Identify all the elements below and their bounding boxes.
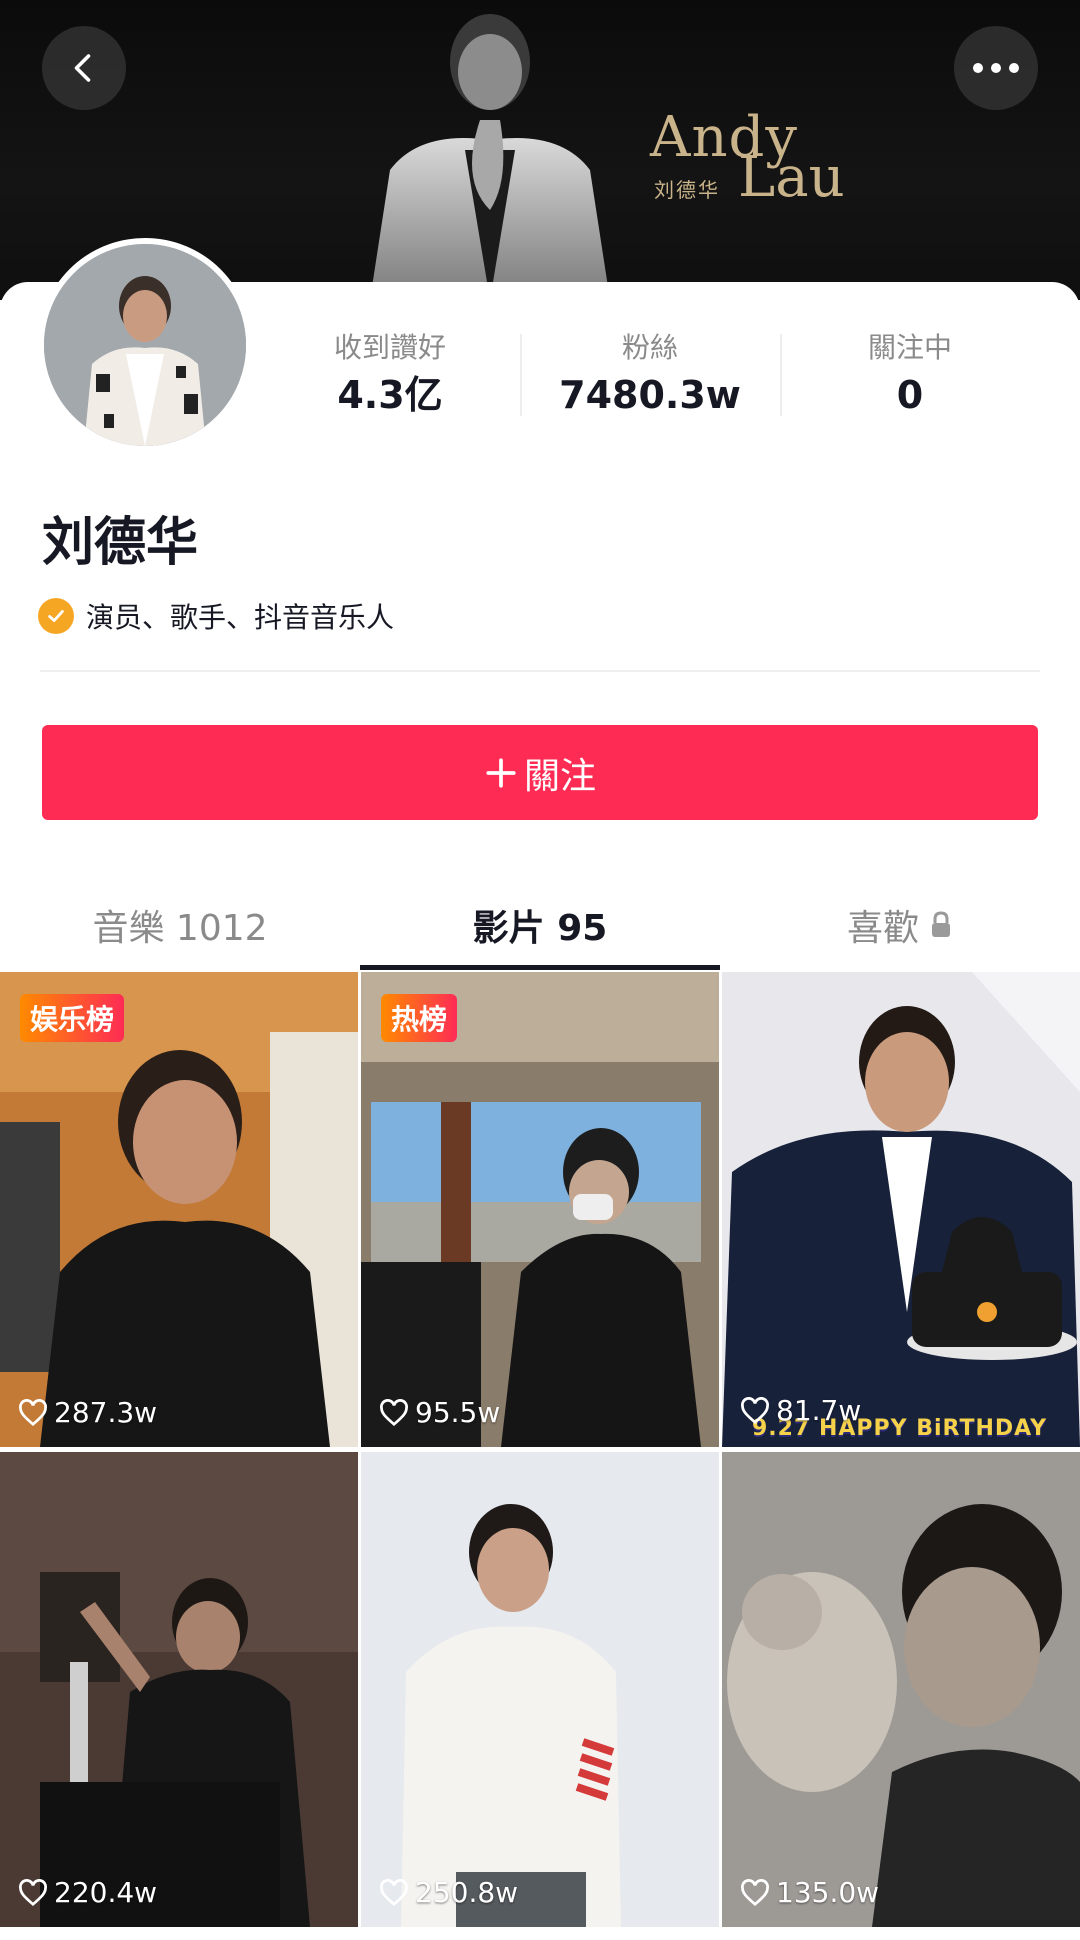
back-button[interactable] — [42, 26, 126, 110]
tab-likes[interactable]: 喜歡 — [720, 880, 1080, 970]
like-count-value: 287.3w — [54, 1396, 158, 1429]
stat-label: 收到讚好 — [333, 331, 446, 364]
tab-label: 音樂 1012 — [92, 908, 268, 949]
tab-label: 影片 95 — [472, 908, 608, 949]
verified-text: 演员、歌手、抖音音乐人 — [86, 601, 395, 634]
like-count-value: 220.4w — [54, 1876, 158, 1909]
stat-value: 7480.3w — [559, 373, 741, 417]
profile-tabs: 音樂 1012 影片 95 喜歡 — [0, 880, 1080, 970]
stat-likes[interactable]: 收到讚好 4.3亿 — [260, 330, 520, 420]
follow-label: 關注 — [523, 755, 596, 797]
heart-icon — [741, 1878, 769, 1906]
heart-icon — [380, 1878, 408, 1906]
heart-icon — [19, 1398, 47, 1426]
like-count-value: 135.0w — [776, 1876, 880, 1909]
video-thumbnail — [361, 972, 719, 1447]
stat-following[interactable]: 關注中 0 — [780, 330, 1040, 420]
like-count: 220.4w — [18, 1876, 157, 1909]
divider — [40, 670, 1040, 672]
like-count: 287.3w — [18, 1396, 157, 1429]
video-thumbnail — [361, 1452, 719, 1927]
verified-check-icon — [38, 598, 74, 634]
plus-icon — [486, 757, 516, 788]
heart-icon — [741, 1396, 769, 1424]
like-count-value: 81.7w — [776, 1394, 862, 1427]
tab-music[interactable]: 音樂 1012 — [0, 880, 360, 970]
video-thumbnail — [0, 1452, 358, 1927]
brand-last: Lau — [738, 145, 845, 210]
avatar-photo — [44, 244, 246, 446]
video-grid: 娱乐榜 287.3w 热榜 95.5w 9.27 HAPPY BiRTHDAY … — [0, 972, 1080, 1940]
banner-brand: Andy Lau 刘德华 — [650, 110, 845, 206]
verified-row: 演员、歌手、抖音音乐人 — [38, 596, 394, 636]
video-thumbnail — [0, 972, 358, 1447]
tab-label: 喜歡 — [846, 908, 919, 949]
avatar[interactable] — [38, 238, 252, 452]
rank-badge: 娱乐榜 — [20, 994, 125, 1042]
video-tile[interactable]: 220.4w — [0, 1452, 358, 1927]
more-horizontal-icon — [973, 63, 1019, 73]
stat-label: 關注中 — [867, 331, 952, 364]
stat-value: 0 — [896, 373, 924, 417]
like-count: 135.0w — [740, 1876, 879, 1909]
brand-cn: 刘德华 — [654, 178, 720, 202]
banner-photo — [370, 14, 610, 300]
video-tile[interactable]: 250.8w — [361, 1452, 719, 1927]
video-tile[interactable]: 娱乐榜 287.3w — [0, 972, 358, 1447]
video-tile[interactable]: 9.27 HAPPY BiRTHDAY 81.7w — [722, 972, 1080, 1447]
rank-badge: 热榜 — [381, 994, 458, 1042]
stat-label: 粉絲 — [621, 331, 678, 364]
video-thumbnail — [722, 1452, 1080, 1927]
lock-icon — [932, 911, 950, 937]
video-tile[interactable]: 热榜 95.5w — [361, 972, 719, 1447]
stat-followers[interactable]: 粉絲 7480.3w — [520, 330, 780, 420]
more-button[interactable] — [954, 26, 1038, 110]
profile-name: 刘德华 — [42, 513, 199, 573]
profile-stats: 收到讚好 4.3亿 粉絲 7480.3w 關注中 0 — [260, 330, 1040, 420]
like-count: 95.5w — [379, 1396, 500, 1429]
stat-value: 4.3亿 — [337, 373, 443, 417]
video-tile[interactable]: 135.0w — [722, 1452, 1080, 1927]
follow-button[interactable]: 關注 — [42, 725, 1038, 820]
heart-icon — [380, 1398, 408, 1426]
video-thumbnail — [722, 972, 1080, 1447]
tab-videos[interactable]: 影片 95 — [360, 880, 720, 970]
like-count: 250.8w — [379, 1876, 518, 1909]
heart-icon — [19, 1878, 47, 1906]
like-count-value: 250.8w — [415, 1876, 519, 1909]
chevron-left-icon — [74, 54, 91, 82]
like-count: 81.7w — [740, 1394, 861, 1427]
like-count-value: 95.5w — [415, 1396, 501, 1429]
